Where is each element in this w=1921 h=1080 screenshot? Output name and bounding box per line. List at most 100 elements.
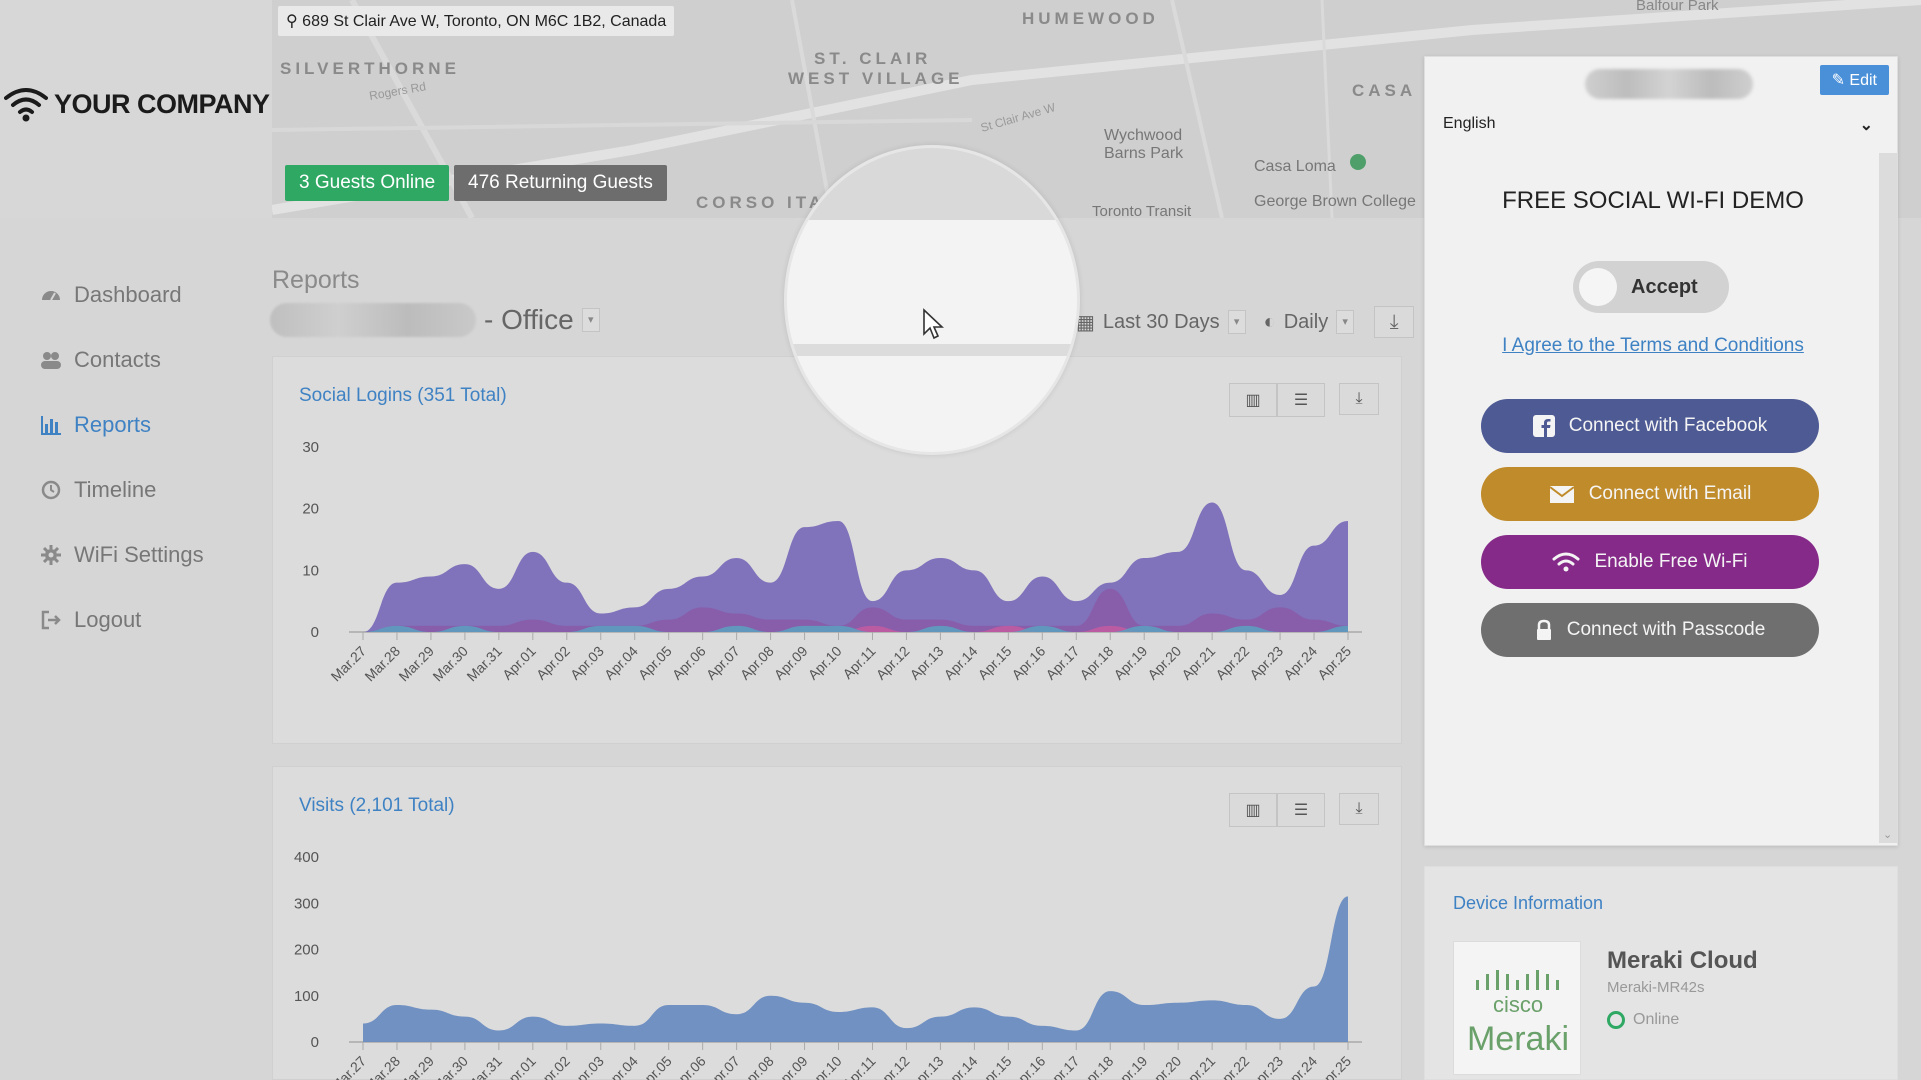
y-tick-label: 300 xyxy=(294,895,319,912)
button-label: Connect with Passcode xyxy=(1566,619,1766,640)
sidebar-item-wifi-settings[interactable]: WiFi Settings xyxy=(40,522,204,587)
clock-icon xyxy=(41,480,61,499)
x-tick-label: Apr.05 xyxy=(635,1053,675,1080)
x-tick-label: Apr.25 xyxy=(1314,643,1354,683)
sidebar-item-label: Timeline xyxy=(74,476,157,502)
preview-scrollbar[interactable]: ⌄ xyxy=(1879,153,1897,843)
wifi-icon xyxy=(1552,552,1580,572)
x-tick-label: Apr.14 xyxy=(941,643,981,683)
x-tick-label: Apr.11 xyxy=(839,1053,878,1080)
logo-bottom-text: Meraki xyxy=(1467,1020,1569,1058)
x-tick-label: Mar.31 xyxy=(463,643,505,685)
contrast-icon: ◐ xyxy=(1263,310,1276,333)
x-tick-label: Apr.03 xyxy=(567,643,607,683)
sidebar-item-label: Dashboard xyxy=(74,281,182,307)
sidebar-item-contacts[interactable]: Contacts xyxy=(40,327,204,392)
series-area xyxy=(363,896,1348,1042)
terms-link[interactable]: I Agree to the Terms and Conditions xyxy=(1425,335,1881,357)
connect-facebook-button[interactable]: Connect with Facebook xyxy=(1481,399,1819,453)
enable-wifi-button[interactable]: Enable Free Wi-Fi xyxy=(1481,535,1819,589)
zoom-magnifier xyxy=(784,145,1080,455)
visits-svg: 0 100 200 300 400 Mar.27Mar.28Mar.29Mar.30Mar… xyxy=(294,849,1362,1080)
x-tick-label: Apr.12 xyxy=(873,643,913,683)
date-range-chevron-icon[interactable]: ▾ xyxy=(1227,310,1246,334)
sidebar-item-logout[interactable]: Logout xyxy=(40,587,204,652)
gear-icon xyxy=(41,544,61,565)
device-info-panel: Device Information cisco Meraki Meraki C… xyxy=(1424,866,1898,1080)
x-tick-label: Mar.30 xyxy=(429,1053,471,1080)
sidebar-item-dashboard[interactable]: Dashboard xyxy=(40,262,204,327)
x-tick-label: Apr.17 xyxy=(1042,1053,1082,1080)
x-tick-label: Apr.03 xyxy=(567,1053,607,1080)
magnifier-strip xyxy=(787,344,1077,356)
interval-chevron-icon[interactable]: ▾ xyxy=(1336,310,1355,334)
x-tick-label: Apr.06 xyxy=(669,643,709,683)
button-label: Enable Free Wi-Fi xyxy=(1594,551,1748,572)
mouse-cursor-icon xyxy=(923,308,944,340)
x-tick-label: Apr.04 xyxy=(601,643,641,683)
sidebar-nav: Dashboard Contacts Reports Timeline WiFi… xyxy=(40,262,204,652)
sidebar-item-label: Contacts xyxy=(74,346,161,372)
chevron-down-icon: ⌄ xyxy=(1859,117,1873,134)
x-tick-label: Apr.05 xyxy=(635,643,675,683)
map-label: ST. CLAIR xyxy=(814,49,931,68)
company-logo[interactable]: YOUR COMPANY xyxy=(4,86,270,122)
date-range-select[interactable]: Last 30 Days xyxy=(1103,311,1220,334)
x-tick-label: Apr.20 xyxy=(1144,643,1184,683)
x-tick-label: Apr.19 xyxy=(1110,1053,1150,1080)
map-label: HUMEWOOD xyxy=(1022,9,1159,28)
guests-online-badge[interactable]: 3 Guests Online xyxy=(285,165,450,201)
x-tick-label: Apr.25 xyxy=(1314,1053,1354,1080)
x-tick-label: Apr.18 xyxy=(1076,1053,1116,1080)
sidebar-item-label: Logout xyxy=(74,606,142,632)
sidebar-item-timeline[interactable]: Timeline xyxy=(40,457,204,522)
splash-title: FREE SOCIAL WI-FI DEMO xyxy=(1502,187,1804,214)
map-label: SILVERTHORNE xyxy=(280,59,460,78)
edit-button[interactable]: ✎ Edit xyxy=(1819,65,1889,95)
address-text: 689 St Clair Ave W, Toronto, ON M6C 1B2,… xyxy=(302,13,667,30)
sidebar-item-reports[interactable]: Reports xyxy=(40,392,204,457)
dashboard-icon xyxy=(42,290,60,300)
download-icon: ⤓ xyxy=(1389,310,1399,333)
sidebar-item-label: Reports xyxy=(74,411,152,437)
logo-top-text: cisco xyxy=(1493,992,1543,1017)
x-tick-label: Apr.20 xyxy=(1144,1053,1184,1080)
x-tick-label: Apr.01 xyxy=(499,643,539,683)
map-label: Barns Park xyxy=(1104,145,1184,162)
chevron-down-icon[interactable]: ▾ xyxy=(581,308,600,332)
location-selector[interactable]: - Office ▾ xyxy=(270,303,600,337)
x-tick-label: Apr.24 xyxy=(1280,643,1320,683)
x-tick-label: Apr.12 xyxy=(873,1053,913,1080)
connect-passcode-button[interactable]: Connect with Passcode xyxy=(1481,603,1819,657)
y-tick-label: 20 xyxy=(302,501,319,518)
language-value: English xyxy=(1443,115,1496,132)
x-tick-label: Apr.17 xyxy=(1042,643,1082,683)
accept-toggle[interactable]: Accept xyxy=(1573,261,1729,313)
interval-select[interactable]: Daily xyxy=(1284,311,1328,334)
x-tick-label: Apr.10 xyxy=(805,643,845,683)
bar-chart-icon xyxy=(41,415,61,435)
device-model: Meraki-MR42s xyxy=(1607,979,1705,996)
map-label: Wychwood xyxy=(1104,127,1182,144)
map-label: Toronto Transit xyxy=(1092,203,1192,218)
returning-guests-badge[interactable]: 476 Returning Guests xyxy=(454,165,667,201)
x-tick-label: Mar.31 xyxy=(463,1053,505,1080)
pencil-icon: ✎ xyxy=(1831,72,1845,89)
facebook-icon xyxy=(1532,415,1555,437)
x-tick-label: Apr.08 xyxy=(737,643,777,683)
address-label: ⚲ 689 St Clair Ave W, Toronto, ON M6C 1B… xyxy=(278,6,675,36)
chevron-down-icon: ⌄ xyxy=(1883,829,1893,841)
x-tick-label: Apr.19 xyxy=(1110,643,1150,683)
online-status-icon xyxy=(1607,1011,1625,1029)
x-tick-label: Mar.30 xyxy=(429,643,471,685)
x-tick-label: Apr.15 xyxy=(975,1053,1015,1080)
x-tick-label: Apr.16 xyxy=(1008,1053,1048,1080)
x-tick-label: Apr.01 xyxy=(499,1053,539,1080)
x-tick-label: Apr.07 xyxy=(703,643,743,683)
map-label: Casa Loma xyxy=(1254,158,1336,175)
language-select[interactable]: English ⌄ xyxy=(1443,115,1873,135)
download-button[interactable]: ⤓ xyxy=(1374,306,1415,338)
visits-panel: Visits (2,101 Total) ▥ ☰ ⤓ 0 100 200 300 400… xyxy=(272,766,1402,1080)
envelope-icon xyxy=(1549,486,1575,503)
connect-email-button[interactable]: Connect with Email xyxy=(1481,467,1819,521)
